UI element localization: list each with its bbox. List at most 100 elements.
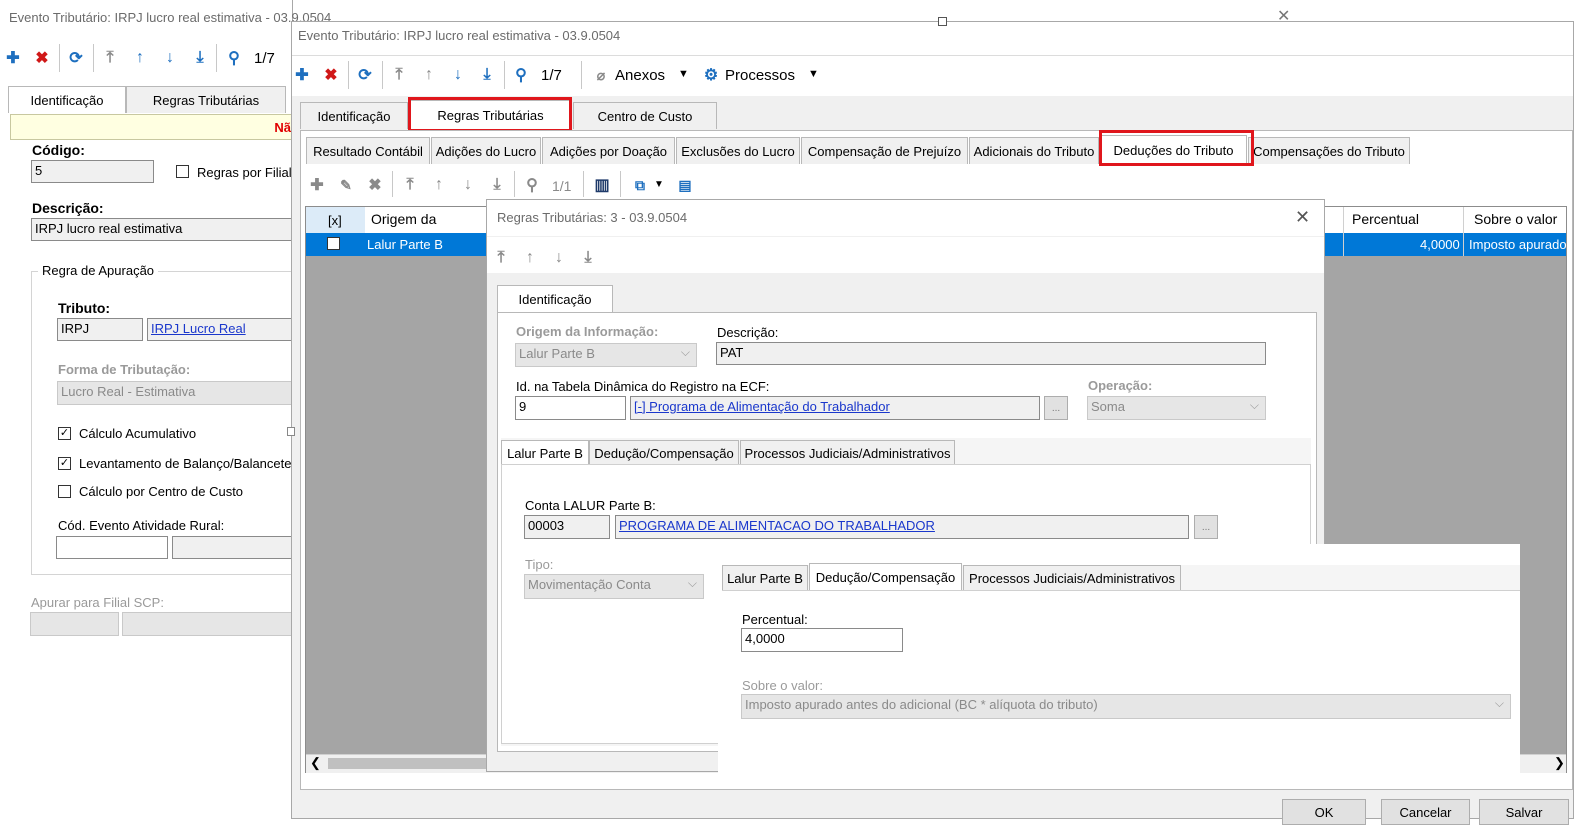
forma-select[interactable]: Lucro Real - Estimativa: [57, 381, 293, 405]
grid-vline: [1343, 207, 1344, 256]
subtab-compensacoes-tributo[interactable]: Compensações do Tributo: [1248, 137, 1410, 164]
refresh-icon[interactable]: ⟳: [355, 64, 375, 86]
apurar-desc-input[interactable]: [122, 612, 293, 636]
resize-handle-left[interactable]: [287, 427, 295, 436]
apurar-input[interactable]: [30, 612, 119, 636]
subtab-adicionais-tributo[interactable]: Adicionais do Tributo: [969, 137, 1099, 164]
percentual-input[interactable]: 4,0000: [741, 628, 903, 652]
grid-search-icon[interactable]: ⚲: [522, 174, 542, 196]
subtab-adicoes-lucro[interactable]: Adições do Lucro: [431, 137, 541, 164]
origem-select[interactable]: Lalur Parte B: [515, 343, 697, 367]
subtab-exclusoes-lucro[interactable]: Exclusões do Lucro: [676, 137, 800, 164]
grid-add-icon[interactable]: ✚: [307, 174, 327, 196]
document-icon[interactable]: ▤: [675, 174, 695, 196]
row-origem: Lalur Parte B: [367, 237, 443, 252]
id-tabela-code-input[interactable]: 9: [515, 396, 626, 420]
tipo-select[interactable]: Movimentação Conta: [524, 574, 704, 599]
save-button[interactable]: Salvar: [1479, 799, 1569, 825]
close-icon[interactable]: ✕: [1295, 207, 1310, 228]
ok-button[interactable]: OK: [1282, 799, 1366, 825]
back-tab-regras[interactable]: Regras Tributárias: [126, 86, 286, 113]
subtab-compensacao-prejuizo[interactable]: Compensação de Prejuízo: [801, 137, 968, 164]
back-tab-identificacao[interactable]: Identificação: [8, 86, 126, 113]
record-counter: 1/7: [541, 67, 562, 84]
last-record-icon[interactable]: ⤓: [477, 64, 497, 86]
regras-por-filial-checkbox[interactable]: [176, 165, 189, 178]
overlay-tab-deducao[interactable]: Dedução/Compensação: [809, 563, 962, 591]
cod-evento-input[interactable]: [56, 536, 168, 559]
codigo-input[interactable]: 5: [31, 160, 154, 183]
overlay-tab-processos[interactable]: Processos Judiciais/Administrativos: [963, 565, 1181, 590]
overlay-tab-lalur[interactable]: Lalur Parte B: [722, 565, 808, 590]
regras-por-filial-label: Regras por Filial: [197, 165, 292, 180]
grid-header-sobre[interactable]: Sobre o valor: [1474, 211, 1557, 227]
grid-header-percentual[interactable]: Percentual: [1352, 211, 1419, 227]
conta-code-input[interactable]: 00003: [524, 515, 610, 539]
grid-edit-icon[interactable]: ✎: [336, 174, 356, 196]
dialog-first-icon[interactable]: ⤒: [491, 247, 511, 269]
inner-tab-processos[interactable]: Processos Judiciais/Administrativos: [740, 440, 955, 465]
last-record-icon[interactable]: ⤓: [190, 47, 210, 69]
id-tabela-link[interactable]: [-] Programa de Alimentação do Trabalhad…: [630, 396, 1040, 420]
window-resize-handle[interactable]: [938, 17, 947, 26]
add-icon[interactable]: ✚: [292, 64, 312, 86]
subtab-adicoes-doacao[interactable]: Adições por Doação: [542, 137, 675, 164]
grid-header-select[interactable]: [x]: [328, 213, 342, 228]
calculo-acumulativo-checkbox[interactable]: ✓: [58, 427, 71, 440]
conta-link[interactable]: PROGRAMA DE ALIMENTACAO DO TRABALHADOR: [615, 515, 1189, 539]
scroll-right-icon[interactable]: ❯: [1554, 755, 1565, 771]
dialog-tab-identificacao[interactable]: Identificação: [497, 285, 613, 313]
operacao-select[interactable]: Soma: [1087, 396, 1266, 420]
tab-centro-de-custo[interactable]: Centro de Custo: [573, 102, 717, 129]
processos-dropdown-icon[interactable]: ▼: [808, 68, 819, 80]
previous-record-icon[interactable]: ↑: [419, 64, 439, 86]
delete-icon[interactable]: ✖: [321, 64, 341, 86]
conta-browse-button[interactable]: ...: [1194, 515, 1218, 539]
sobre-valor-select[interactable]: Imposto apurado antes do adicional (BC *…: [741, 694, 1511, 719]
columns-icon[interactable]: ▥: [592, 174, 612, 196]
delete-icon[interactable]: ✖: [32, 47, 52, 69]
inner-tab-lalur[interactable]: Lalur Parte B: [501, 440, 589, 465]
calculo-centro-checkbox[interactable]: [58, 485, 71, 498]
cod-evento-desc-input[interactable]: [172, 536, 293, 559]
add-icon[interactable]: ✚: [3, 47, 23, 69]
dialog-next-icon[interactable]: ↓: [549, 247, 569, 269]
refresh-icon[interactable]: ⟳: [66, 47, 86, 69]
scroll-left-icon[interactable]: ❮: [310, 755, 321, 771]
grid-previous-icon[interactable]: ↑: [429, 174, 449, 196]
previous-record-icon[interactable]: ↑: [130, 47, 150, 69]
back-close-icon[interactable]: ✕: [1277, 6, 1290, 26]
first-record-icon[interactable]: ⤒: [100, 47, 120, 69]
tributo-code-input[interactable]: IRPJ: [57, 318, 143, 341]
grid-next-icon[interactable]: ↓: [458, 174, 478, 196]
descricao-label: Descrição:: [717, 325, 779, 340]
first-record-icon[interactable]: ⤒: [389, 64, 409, 86]
anexos-dropdown-icon[interactable]: ▼: [678, 68, 689, 80]
subtab-resultado-contabil[interactable]: Resultado Contábil: [306, 137, 430, 164]
grid-first-icon[interactable]: ⤒: [400, 174, 420, 196]
levantamento-checkbox[interactable]: ✓: [58, 457, 71, 470]
grid-last-icon[interactable]: ⤓: [487, 174, 507, 196]
dialog-last-icon[interactable]: ⤓: [578, 247, 598, 269]
next-record-icon[interactable]: ↓: [160, 47, 180, 69]
anexos-menu[interactable]: Anexos: [615, 67, 665, 84]
export-icon[interactable]: ⧉: [630, 174, 650, 196]
tab-identificacao[interactable]: Identificação: [300, 102, 408, 129]
processos-menu[interactable]: Processos: [725, 67, 795, 84]
regras-tab-highlight: [408, 97, 572, 132]
search-icon[interactable]: ⚲: [224, 47, 244, 69]
id-tabela-browse-button[interactable]: ...: [1044, 396, 1068, 420]
export-dropdown-icon[interactable]: ▼: [654, 179, 664, 190]
descricao-input[interactable]: IRPJ lucro real estimativa: [31, 218, 293, 241]
inner-tab-deducao[interactable]: Dedução/Compensação: [589, 440, 739, 465]
cancel-button[interactable]: Cancelar: [1381, 799, 1470, 825]
tributo-name-link[interactable]: IRPJ Lucro Real: [147, 318, 293, 341]
grid-vline: [1463, 207, 1464, 256]
search-icon[interactable]: ⚲: [511, 64, 531, 86]
grid-delete-icon[interactable]: ✖: [365, 174, 385, 196]
next-record-icon[interactable]: ↓: [448, 64, 468, 86]
grid-header-origem[interactable]: Origem da: [371, 211, 436, 227]
row-checkbox[interactable]: [327, 237, 340, 250]
descricao-input[interactable]: PAT: [716, 342, 1266, 365]
dialog-previous-icon[interactable]: ↑: [520, 247, 540, 269]
